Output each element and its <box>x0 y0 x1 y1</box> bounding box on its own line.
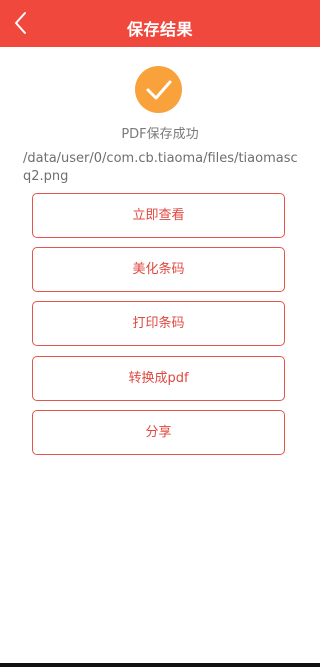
view-now-button[interactable]: 立即查看 <box>32 193 285 238</box>
beautify-barcode-button[interactable]: 美化条码 <box>32 247 285 292</box>
file-path: /data/user/0/com.cb.tiaoma/files/tiaomas… <box>23 151 298 184</box>
success-message: PDF保存成功 <box>121 127 199 142</box>
print-barcode-button[interactable]: 打印条码 <box>32 301 285 346</box>
convert-to-pdf-button[interactable]: 转换成pdf <box>32 356 285 401</box>
check-circle-icon <box>135 66 182 113</box>
bottom-edge <box>0 663 320 667</box>
page-title: 保存结果 <box>126 20 193 39</box>
top-bar: 保存结果 <box>0 0 320 47</box>
share-button[interactable]: 分享 <box>32 410 285 455</box>
